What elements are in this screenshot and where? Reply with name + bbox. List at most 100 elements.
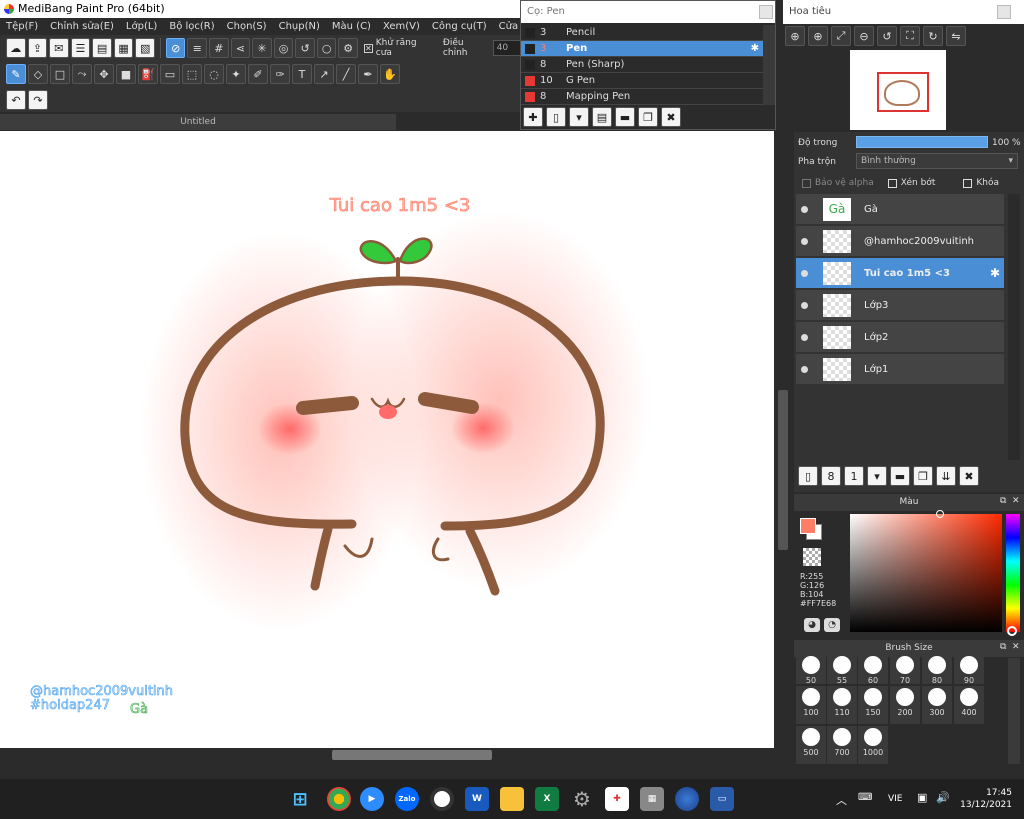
clock[interactable]: 17:45 13/12/2021 [960,787,1012,811]
magic-wand-icon[interactable]: ✦ [226,64,246,84]
saturation-value-picker[interactable] [850,510,1002,632]
hue-slider[interactable] [1006,514,1020,636]
chevron-up-icon[interactable]: ︿ [836,792,847,808]
radial-snap-icon[interactable]: ✳ [252,38,272,58]
new-brush-icon[interactable]: ▯ [546,107,566,127]
visibility-icon[interactable] [801,334,808,341]
flip-icon[interactable]: ⇋ [946,26,966,46]
document-tab[interactable]: Untitled [0,114,396,130]
add-brush-icon[interactable]: ✚ [523,107,543,127]
layer-list-scrollbar[interactable] [1008,194,1020,460]
visibility-icon[interactable] [801,302,808,309]
brush-size-option[interactable]: 500 [796,726,826,764]
copy-icon[interactable]: ❐ [638,107,658,127]
globe-icon[interactable] [675,787,699,811]
color-settings-icon[interactable]: ◔ [824,618,840,632]
menu-file[interactable]: Tệp(F) [0,18,44,35]
blend-mode-select[interactable]: Bình thường ▾ [856,153,1018,169]
menu-edit[interactable]: Chỉnh sửa(E) [44,18,120,35]
hue-slider-handle[interactable] [1007,626,1017,636]
brush-size-option[interactable]: 90 [954,654,984,685]
grid-snap-icon[interactable]: # [209,38,229,58]
hand-tool-icon[interactable]: ✋ [380,64,400,84]
menu-color[interactable]: Màu (C) [326,18,377,35]
chrome-icon[interactable] [327,787,351,811]
zoom-fit-icon[interactable]: ⊕ [785,26,805,46]
protect-alpha-checkbox[interactable] [802,178,811,188]
snap-off-icon[interactable]: ⊘ [165,38,186,58]
shape-fill-icon[interactable]: ■ [116,64,136,84]
new-1bit-layer-icon[interactable]: 1 [844,466,864,486]
brush-size-option[interactable]: 80 [922,654,952,685]
menu-layer[interactable]: Lớp(L) [120,18,163,35]
visibility-icon[interactable] [801,366,808,373]
foreground-color-swatch-front[interactable] [800,518,816,534]
visibility-icon[interactable] [801,270,808,277]
comment-icon[interactable]: ✉ [49,38,69,58]
parallel-snap-icon[interactable]: ≡ [187,38,208,58]
zoom-in-icon[interactable]: ⊕ [808,26,828,46]
brush-tool-icon[interactable]: ✎ [6,64,26,84]
settings-icon[interactable]: ⚙ [338,38,358,58]
curve-snap-icon[interactable]: ↺ [295,38,315,58]
blur-tool-icon[interactable]: ⤳ [72,64,92,84]
lock-checkbox[interactable] [963,178,973,188]
move-tool-icon[interactable]: ✥ [94,64,114,84]
horizontal-scroll-thumb[interactable] [332,750,492,760]
layer-row[interactable]: Gà Gà [796,194,1004,225]
text-tool-icon[interactable]: T [292,64,312,84]
menu-filter[interactable]: Bộ lọc(R) [163,18,220,35]
menu-snap[interactable]: Chụp(N) [273,18,326,35]
brush-size-option[interactable]: 1000 [858,726,888,764]
word-icon[interactable]: W [465,787,489,811]
fit-window-icon[interactable]: ⤢ [831,26,851,46]
concentric-snap-icon[interactable]: ◎ [273,38,294,58]
menu-select[interactable]: Chọn(S) [221,18,273,35]
visibility-icon[interactable] [801,206,808,213]
layer-row[interactable]: Lớp2 [796,322,1004,353]
gear-icon[interactable]: ✱ [751,41,759,57]
opacity-slider[interactable] [856,136,988,148]
folder-icon[interactable]: ▬ [615,107,635,127]
dot-tool-icon[interactable]: □ [50,64,70,84]
layer-row[interactable]: Lớp3 [796,290,1004,321]
brush-size-option[interactable]: 100 [796,686,826,724]
medibang-taskbar-icon[interactable] [430,787,454,811]
layer-row[interactable]: Lớp1 [796,354,1004,385]
menu-tools[interactable]: Công cụ(T) [426,18,493,35]
popout-icon[interactable]: ⧉ [1000,496,1006,506]
brush-list-scrollbar[interactable] [763,25,775,105]
brush-menu-icon[interactable]: ▾ [569,107,589,127]
remote-desktop-icon[interactable]: ▭ [710,787,734,811]
clipping-checkbox[interactable] [887,178,897,188]
select-pen-icon[interactable]: ✐ [248,64,268,84]
settings-icon[interactable]: ⚙ [570,787,594,811]
panel-icon[interactable]: ▦ [113,38,134,58]
brush-item[interactable]: 3 Pencil [521,25,763,41]
drawing-canvas[interactable]: Tui cao 1m5 <3 @hamhoc2009vuitinh #hoida… [0,131,774,748]
select-tool-icon[interactable]: ⬚ [182,64,202,84]
new-8bit-layer-icon[interactable]: 8 [821,466,841,486]
transparent-color-swatch[interactable] [803,548,821,566]
zalo-icon[interactable]: Zalo [395,787,419,811]
brush-item-selected[interactable]: 3 Pen ✱ [521,41,763,57]
undo-icon[interactable]: ↶ [6,90,26,110]
lasso-tool-icon[interactable]: ◌ [204,64,224,84]
brush-size-option[interactable]: 55 [827,654,857,685]
navigator-preview[interactable] [850,50,946,130]
eraser-tool-icon[interactable]: ◇ [28,64,48,84]
brush-size-option[interactable]: 400 [954,686,984,724]
zoom-app-icon[interactable]: ▶ [360,787,384,811]
brush-size-option[interactable]: 110 [827,686,857,724]
layer-row-selected[interactable]: Tui cao 1m5 <3 ✱ [796,258,1004,289]
gradient-tool-icon[interactable]: ▭ [160,64,180,84]
new-layer-icon[interactable]: ▯ [798,466,818,486]
eyedropper-icon[interactable]: ✒ [358,64,378,84]
redo-icon[interactable]: ↷ [28,90,48,110]
speaker-icon[interactable]: 🔊 [936,791,950,804]
brush-size-option[interactable]: 50 [796,654,826,685]
network-icon[interactable]: ▣ [917,791,927,804]
brush-size-option[interactable]: 70 [890,654,920,685]
page-icon[interactable]: ▤ [92,38,112,58]
divide-tool-icon[interactable]: ╱ [336,64,356,84]
